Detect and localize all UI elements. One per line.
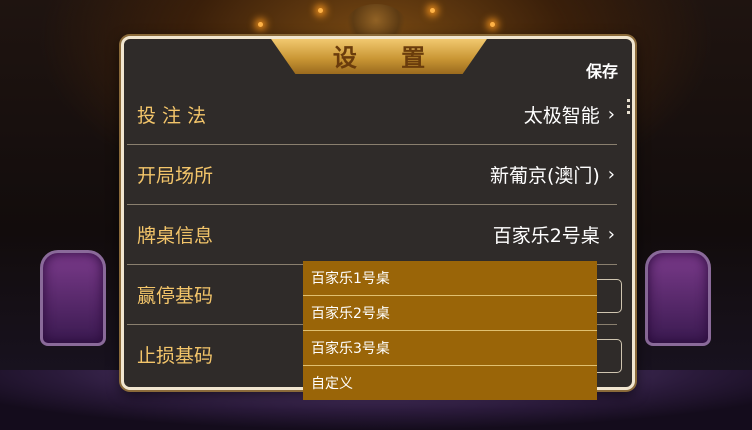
dropdown-option[interactable]: 自定义 (303, 366, 597, 400)
setting-value-text: 百家乐2号桌 (492, 225, 600, 247)
dropdown-option[interactable]: 百家乐2号桌 (303, 296, 597, 331)
dialog-title-tab: 设 置 (269, 39, 489, 74)
setting-value-text: 太极智能 (523, 105, 600, 127)
setting-value: 百家乐2号桌 › (493, 221, 617, 248)
chevron-right-icon: › (607, 224, 615, 245)
setting-value: 太极智能 › (524, 101, 617, 128)
dropdown-option[interactable]: 百家乐3号桌 (303, 331, 597, 366)
chair-right (645, 250, 711, 346)
stage-light (318, 8, 323, 13)
setting-label: 投 注 法 (137, 105, 207, 127)
stage-light (430, 8, 435, 13)
stage-light (490, 22, 495, 27)
setting-label: 赢停基码 (137, 285, 214, 307)
table-dropdown: 百家乐1号桌 百家乐2号桌 百家乐3号桌 自定义 (303, 261, 597, 400)
chevron-right-icon: › (607, 104, 615, 125)
chair-left (40, 250, 106, 346)
setting-row-table-info[interactable]: 牌桌信息 百家乐2号桌 › (127, 205, 617, 264)
save-button[interactable]: 保存 (586, 58, 618, 82)
scrollbar[interactable] (627, 99, 630, 117)
setting-value-text: 新葡京(澳门) (489, 165, 600, 187)
dialog-title: 设 置 (332, 43, 444, 72)
stage-light (258, 22, 263, 27)
setting-label: 开局场所 (137, 165, 214, 187)
dropdown-option[interactable]: 百家乐1号桌 (303, 261, 597, 296)
setting-value: 新葡京(澳门) › (490, 161, 617, 188)
chevron-right-icon: › (607, 164, 615, 185)
setting-label: 牌桌信息 (137, 225, 214, 247)
setting-row-bet-method[interactable]: 投 注 法 太极智能 › (127, 85, 617, 144)
setting-label: 止损基码 (137, 345, 214, 367)
setting-row-venue[interactable]: 开局场所 新葡京(澳门) › (127, 145, 617, 204)
